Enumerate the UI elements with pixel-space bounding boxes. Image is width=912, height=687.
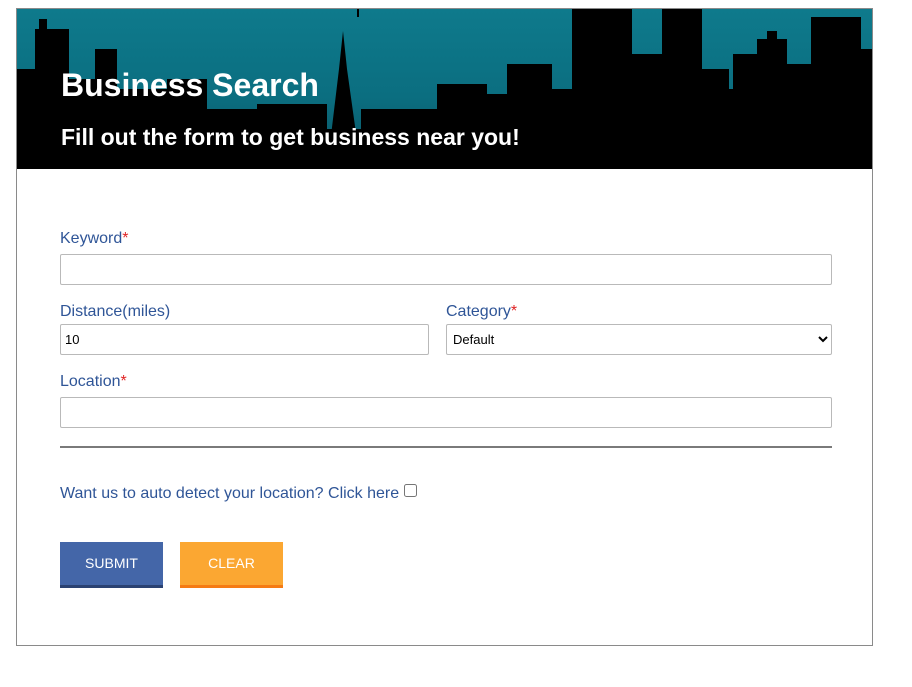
clear-button[interactable]: CLEAR — [180, 542, 283, 588]
submit-button[interactable]: SUBMIT — [60, 542, 163, 588]
category-select[interactable]: Default — [446, 324, 832, 355]
autodetect-row: Want us to auto detect your location? Cl… — [60, 484, 417, 504]
header-banner: Business Search Fill out the form to get… — [17, 9, 872, 169]
distance-label-text: Distance(miles) — [60, 303, 171, 320]
category-label-text: Category — [446, 303, 511, 320]
page-title: Business Search — [61, 67, 319, 103]
form-divider — [60, 446, 832, 448]
business-search-card: Business Search Fill out the form to get… — [16, 8, 873, 646]
keyword-label: Keyword* — [60, 229, 128, 249]
keyword-input[interactable] — [60, 254, 832, 285]
distance-input[interactable] — [60, 324, 429, 355]
required-asterisk: * — [120, 373, 127, 390]
distance-label: Distance(miles) — [60, 302, 170, 322]
location-label-text: Location — [60, 373, 121, 390]
page-subtitle: Fill out the form to get business near y… — [61, 124, 520, 150]
keyword-label-text: Keyword — [60, 230, 123, 247]
location-label: Location* — [60, 372, 127, 392]
autodetect-checkbox[interactable] — [404, 484, 417, 497]
location-input[interactable] — [60, 397, 832, 428]
required-asterisk: * — [122, 230, 129, 247]
autodetect-text: Want us to auto detect your location? Cl… — [60, 485, 400, 502]
required-asterisk: * — [510, 303, 518, 320]
category-label: Category* — [446, 302, 517, 322]
